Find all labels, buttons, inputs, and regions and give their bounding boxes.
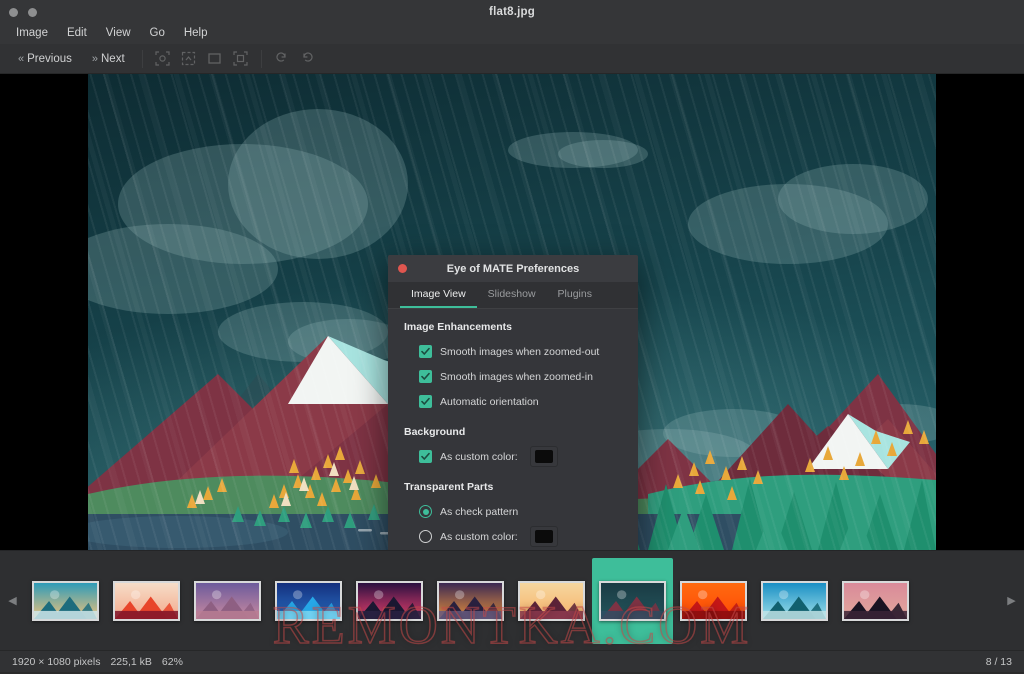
- menu-item-view[interactable]: View: [98, 26, 139, 43]
- option-background-custom-color[interactable]: As custom color:: [388, 444, 638, 469]
- section-title-enhancements: Image Enhancements: [404, 321, 512, 333]
- thumbnail-cell[interactable]: [835, 558, 916, 644]
- menu-bar: Image Edit View Go Help: [0, 24, 1024, 44]
- section-title-background: Background: [404, 426, 466, 438]
- transparent-color-swatch[interactable]: [529, 526, 558, 547]
- zoom-original-icon[interactable]: [176, 48, 202, 70]
- label-automatic-orientation: Automatic orientation: [440, 395, 539, 408]
- thumbnail-cell[interactable]: [592, 557, 673, 644]
- previous-label: Previous: [27, 52, 72, 65]
- thumb-rose-horizon[interactable]: [842, 580, 909, 621]
- image-viewport[interactable]: Eye of MATE Preferences Image View Slide…: [0, 74, 1024, 550]
- status-zoom: 62%: [161, 655, 183, 668]
- close-icon[interactable]: [398, 264, 407, 273]
- next-button[interactable]: » Next: [82, 49, 135, 69]
- section-title-transparent-parts: Transparent Parts: [404, 481, 494, 493]
- thumbnail-cell[interactable]: [430, 558, 511, 644]
- thumb-orange-peaks[interactable]: [518, 580, 585, 621]
- option-as-background[interactable]: As background: [388, 549, 638, 550]
- dialog-title: Eye of MATE Preferences: [446, 262, 580, 275]
- option-transparent-custom-color[interactable]: As custom color:: [388, 524, 638, 549]
- option-smooth-zoomed-out[interactable]: Smooth images when zoomed-out: [388, 339, 638, 364]
- label-background-custom-color: As custom color:: [440, 450, 518, 463]
- thumb-forest-dusk[interactable]: [437, 580, 504, 621]
- zoom-fit-icon[interactable]: [150, 48, 176, 70]
- radio-as-check-pattern[interactable]: [419, 505, 432, 518]
- menu-item-edit[interactable]: Edit: [59, 26, 95, 43]
- tab-slideshow[interactable]: Slideshow: [477, 283, 547, 308]
- label-smooth-zoomed-out: Smooth images when zoomed-out: [440, 345, 600, 358]
- tab-image-view[interactable]: Image View: [400, 283, 477, 308]
- label-as-check-pattern: As check pattern: [440, 505, 519, 518]
- thumbnail-strip[interactable]: ◀ ▶ REMONTKA.COM: [0, 550, 1024, 650]
- scroll-right-icon[interactable]: ▶: [999, 551, 1024, 650]
- menu-item-go[interactable]: Go: [142, 26, 173, 43]
- option-automatic-orientation[interactable]: Automatic orientation: [388, 389, 638, 414]
- thumb-lake-sunrise[interactable]: [32, 580, 99, 621]
- status-bar: 1920 × 1080 pixels 225,1 kB 62% 8 / 13: [0, 650, 1024, 672]
- background-color-swatch[interactable]: [529, 446, 558, 467]
- thumbnail-cell[interactable]: [349, 558, 430, 644]
- tab-plugins[interactable]: Plugins: [547, 283, 603, 308]
- rotate-right-icon[interactable]: [295, 48, 321, 70]
- chevron-left-icon: «: [18, 52, 24, 65]
- dialog-tabs: Image View Slideshow Plugins: [388, 282, 638, 309]
- thumb-purple-dunes[interactable]: [194, 580, 261, 621]
- radio-transparent-custom-color[interactable]: [419, 530, 432, 543]
- thumbnail-cell[interactable]: [511, 558, 592, 644]
- thumbnail-list: [25, 551, 999, 650]
- next-label: Next: [101, 52, 125, 65]
- checkbox-automatic-orientation[interactable]: [419, 395, 432, 408]
- window-close-dot[interactable]: [9, 7, 18, 17]
- window-controls: [9, 0, 37, 24]
- scroll-left-icon[interactable]: ◀: [0, 551, 25, 650]
- zoom-in-icon[interactable]: [202, 48, 228, 70]
- checkbox-background-custom-color[interactable]: [419, 450, 432, 463]
- preferences-dialog[interactable]: Eye of MATE Preferences Image View Slide…: [388, 255, 638, 550]
- thumb-pink-sunset-hills[interactable]: [356, 580, 423, 621]
- window-title: flat8.jpg: [489, 6, 535, 18]
- previous-button[interactable]: « Previous: [8, 49, 82, 69]
- checkbox-smooth-zoomed-in[interactable]: [419, 370, 432, 383]
- zoom-best-fit-icon[interactable]: [228, 48, 254, 70]
- toolbar-separator-1: [141, 49, 143, 68]
- toolbar: « Previous » Next: [0, 44, 1024, 74]
- menu-item-help[interactable]: Help: [176, 26, 216, 43]
- status-filesize: 225,1 kB: [110, 655, 152, 668]
- dialog-title-bar: Eye of MATE Preferences: [388, 255, 638, 282]
- checkbox-smooth-zoomed-out[interactable]: [419, 345, 432, 358]
- thumbnail-cell[interactable]: [754, 558, 835, 644]
- toolbar-separator-2: [260, 49, 262, 68]
- thumb-dark-rain-mountains[interactable]: [599, 580, 666, 621]
- option-smooth-zoomed-in[interactable]: Smooth images when zoomed-in: [388, 364, 638, 389]
- thumb-teal-lake-sunrise[interactable]: [761, 580, 828, 621]
- menu-item-image[interactable]: Image: [8, 26, 56, 43]
- thumb-red-mountains-moon[interactable]: [113, 580, 180, 621]
- status-dimensions: 1920 × 1080 pixels: [12, 655, 101, 668]
- label-transparent-custom-color: As custom color:: [440, 530, 518, 543]
- thumbnail-cell[interactable]: [268, 558, 349, 644]
- option-as-check-pattern[interactable]: As check pattern: [388, 499, 638, 524]
- chevron-right-icon: »: [91, 52, 98, 65]
- thumbnail-cell[interactable]: [673, 558, 754, 644]
- rotate-left-icon[interactable]: [269, 48, 295, 70]
- thumb-red-orange-volcano[interactable]: [680, 580, 747, 621]
- thumbnail-cell[interactable]: [25, 558, 106, 644]
- title-bar: flat8.jpg: [0, 0, 1024, 24]
- label-smooth-zoomed-in: Smooth images when zoomed-in: [440, 370, 593, 383]
- thumbnail-cell[interactable]: [106, 558, 187, 644]
- dialog-body: Image Enhancements Smooth images when zo…: [388, 309, 638, 550]
- thumb-blue-ocean-night[interactable]: [275, 580, 342, 621]
- window-minimize-dot[interactable]: [28, 7, 37, 17]
- thumbnail-cell[interactable]: [187, 558, 268, 644]
- status-page-indicator: 8 / 13: [985, 655, 1012, 668]
